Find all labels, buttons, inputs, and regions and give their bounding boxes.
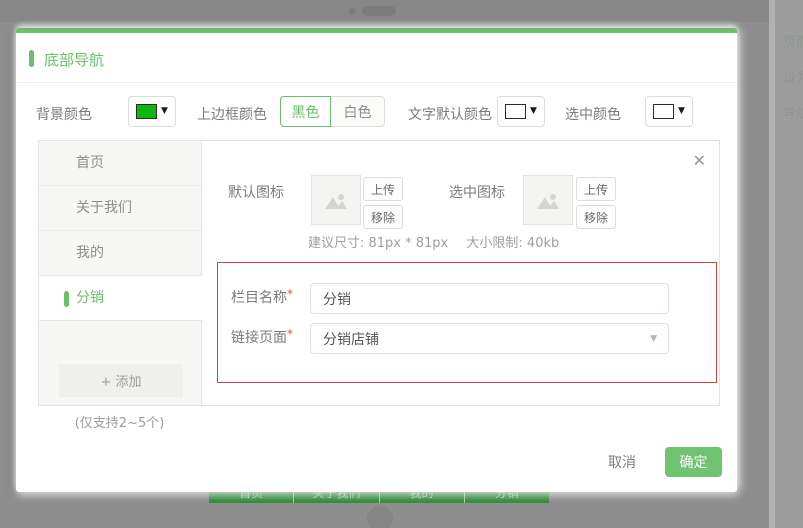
sidebar-tab-mine[interactable]: 我的	[39, 231, 201, 276]
nav-item-panel: 首页 关于我们 我的 分销 + 添加 ✕ 默认图标 上传 移除 选中图标 上传 …	[38, 140, 720, 406]
image-placeholder-icon	[325, 194, 347, 209]
link-page-select[interactable]: 分销店铺 ▼	[310, 323, 669, 354]
chevron-down-icon: ▼	[161, 106, 168, 116]
backdrop-dot	[349, 8, 356, 15]
cancel-button[interactable]: 取消	[608, 452, 636, 472]
default-icon-label: 默认图标	[228, 185, 284, 201]
link-page-label-text: 链接页面	[231, 330, 287, 346]
tab-content: ✕ 默认图标 上传 移除 选中图标 上传 移除 建议尺寸: 81px * 81p…	[203, 141, 719, 405]
size-hint: 建议尺寸: 81px * 81px 大小限制: 40kb	[308, 232, 559, 251]
required-asterisk: *	[287, 287, 293, 301]
text-default-color-picker[interactable]: ▼	[497, 96, 545, 127]
default-icon-placeholder[interactable]	[311, 175, 361, 225]
link-page-selected-value: 分销店铺	[323, 331, 379, 348]
size-hint-limit: 大小限制: 40kb	[466, 236, 560, 251]
selected-color-swatch	[653, 104, 675, 119]
default-icon-remove-button[interactable]: 移除	[363, 205, 403, 229]
sidebar-tab-home[interactable]: 首页	[39, 141, 201, 186]
column-name-input[interactable]	[310, 283, 669, 314]
selected-tab-accent-bar	[64, 291, 69, 307]
backdrop-pill	[362, 6, 396, 16]
backdrop-top-band	[0, 0, 803, 22]
modal-header: 底部导航	[16, 33, 737, 83]
backdrop-circle	[367, 506, 393, 528]
tab-limit-note: (仅支持2~5个)	[74, 416, 165, 431]
background-color-label: 背景颜色	[36, 107, 92, 123]
sidebar-tab-label: 分销	[76, 290, 104, 306]
sidebar-tab-distribution[interactable]: 分销	[39, 276, 203, 321]
backdrop-menu-item: 页面	[783, 35, 803, 50]
backdrop-menu-item: 导航	[783, 107, 803, 122]
image-placeholder-icon	[537, 194, 559, 209]
column-name-label-text: 栏目名称	[231, 290, 287, 306]
column-name-label: 栏目名称*	[231, 287, 293, 307]
selected-icon-upload-button[interactable]: 上传	[576, 177, 616, 201]
backdrop-right-menu: 页面 设为 导航	[775, 0, 803, 528]
resize-grip[interactable]	[727, 482, 736, 491]
chevron-down-icon: ▼	[530, 106, 537, 116]
selected-color-picker[interactable]: ▼	[645, 96, 693, 127]
default-icon-upload-button[interactable]: 上传	[363, 177, 403, 201]
top-border-color-label: 上边框颜色	[197, 107, 267, 123]
chevron-down-icon: ▼	[650, 334, 657, 344]
add-tab-button[interactable]: + 添加	[59, 364, 183, 397]
link-page-label: 链接页面*	[231, 327, 293, 347]
bottom-nav-modal: 底部导航 背景颜色 ▼ 上边框颜色 黑色 白色 文字默认颜色 ▼ 选中颜色 ▼ …	[16, 28, 737, 492]
selected-color-label: 选中颜色	[565, 107, 621, 123]
close-icon[interactable]: ✕	[693, 153, 706, 169]
confirm-button[interactable]: 确定	[665, 447, 722, 477]
highlighted-fields-box: 栏目名称* 链接页面* 分销店铺 ▼	[217, 262, 717, 383]
chevron-down-icon: ▼	[678, 106, 685, 116]
required-asterisk: *	[287, 327, 293, 341]
title-accent-bar	[29, 50, 34, 67]
selected-icon-placeholder[interactable]	[523, 175, 573, 225]
background-color-picker[interactable]: ▼	[128, 96, 176, 127]
border-white-button[interactable]: 白色	[330, 96, 385, 127]
text-default-color-label: 文字默认颜色	[408, 107, 492, 123]
border-black-button[interactable]: 黑色	[280, 96, 331, 127]
backdrop-menu-item: 设为	[783, 71, 803, 86]
selected-icon-label: 选中图标	[449, 185, 505, 201]
size-hint-dimensions: 建议尺寸: 81px * 81px	[308, 236, 449, 251]
nav-tabs-sidebar: 首页 关于我们 我的 分销 + 添加	[39, 141, 203, 405]
sidebar-tab-about[interactable]: 关于我们	[39, 186, 201, 231]
selected-icon-remove-button[interactable]: 移除	[576, 205, 616, 229]
text-default-color-swatch	[505, 104, 527, 119]
page-title: 底部导航	[44, 51, 105, 69]
background-color-swatch	[136, 104, 158, 119]
